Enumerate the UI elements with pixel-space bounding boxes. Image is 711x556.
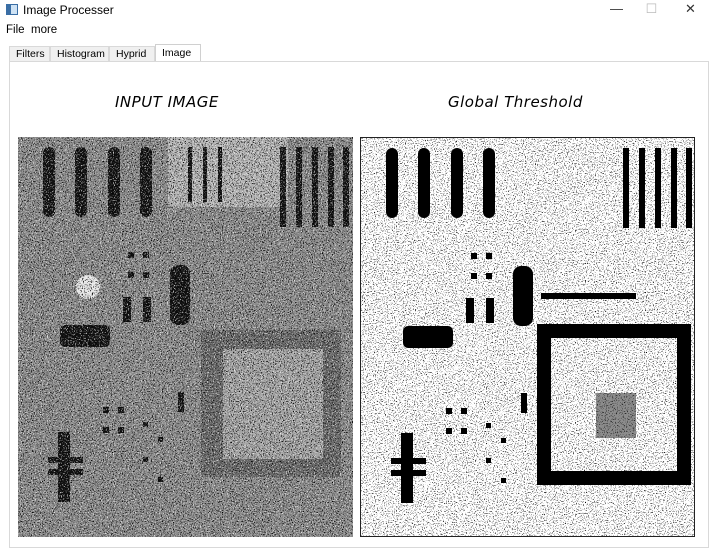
image-tab-panel: INPUT IMAGE Global Threshold <box>9 61 709 548</box>
menu-bar: File more <box>0 22 711 38</box>
app-icon <box>6 4 18 15</box>
window-title: Image Processer <box>23 3 114 17</box>
tab-image[interactable]: Image <box>155 44 201 62</box>
output-image-caption: Global Threshold <box>448 93 583 111</box>
input-image-caption: INPUT IMAGE <box>115 93 219 111</box>
maximize-button[interactable]: ☐ <box>633 0 670 20</box>
tab-hyprid[interactable]: Hyprid <box>109 46 155 61</box>
tab-filters[interactable]: Filters <box>9 46 50 61</box>
tab-bar: Filters Histogram Hyprid Image <box>0 44 711 62</box>
close-button[interactable]: ✕ <box>672 0 709 20</box>
input-image <box>18 137 353 537</box>
menu-more[interactable]: more <box>31 24 57 36</box>
tab-histogram[interactable]: Histogram <box>50 46 109 61</box>
title-bar: Image Processer — ☐ ✕ <box>0 0 711 20</box>
global-threshold-image <box>360 137 695 537</box>
menu-file[interactable]: File <box>6 24 25 36</box>
minimize-button[interactable]: — <box>598 0 635 20</box>
